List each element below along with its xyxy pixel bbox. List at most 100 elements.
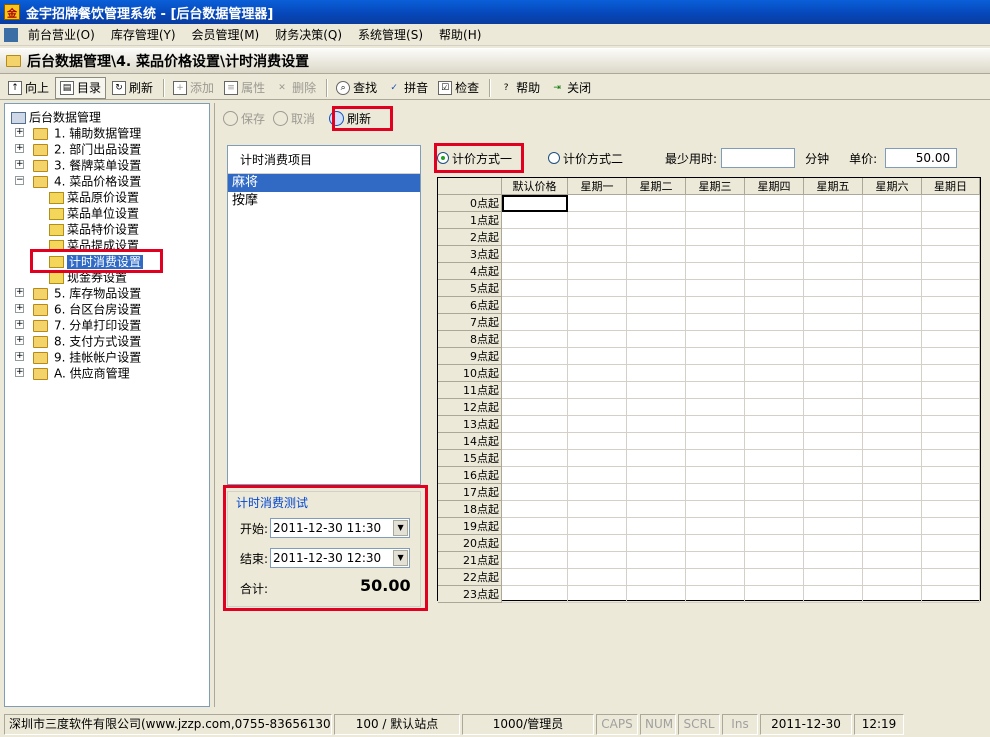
grid-cell[interactable]: [568, 229, 627, 246]
grid-cell[interactable]: [804, 433, 863, 450]
grid-cell[interactable]: [502, 399, 568, 416]
grid-cell[interactable]: [863, 246, 922, 263]
grid-cell[interactable]: [745, 263, 804, 280]
grid-cell[interactable]: [863, 518, 922, 535]
grid-cell[interactable]: [745, 280, 804, 297]
mode2-radio[interactable]: [548, 152, 561, 164]
content-refresh-button[interactable]: 刷新: [325, 107, 375, 129]
grid-cell[interactable]: [627, 195, 686, 212]
grid-cell[interactable]: [804, 365, 863, 382]
find-button[interactable]: ⌕ 查找: [332, 77, 381, 99]
grid-cell[interactable]: [686, 195, 745, 212]
column-header[interactable]: 星期六: [863, 178, 922, 195]
grid-cell[interactable]: [627, 314, 686, 331]
tree-item-original-price[interactable]: 菜品原价设置: [49, 189, 139, 205]
expand-icon[interactable]: +: [15, 304, 24, 313]
grid-cell[interactable]: [922, 212, 980, 229]
grid-cell[interactable]: [627, 433, 686, 450]
grid-cell[interactable]: [922, 263, 980, 280]
grid-cell[interactable]: [627, 263, 686, 280]
grid-cell[interactable]: [686, 297, 745, 314]
grid-cell[interactable]: [804, 399, 863, 416]
grid-cell[interactable]: [922, 399, 980, 416]
grid-cell[interactable]: [745, 348, 804, 365]
grid-cell[interactable]: [804, 382, 863, 399]
menu-front-business[interactable]: 前台营业(O): [20, 25, 103, 45]
tree-item-department-output[interactable]: + 2. 部门出品设置: [15, 141, 141, 157]
help-button[interactable]: ? 帮助: [495, 77, 544, 99]
grid-cell[interactable]: [568, 569, 627, 586]
grid-cell[interactable]: [686, 433, 745, 450]
row-header[interactable]: 17点起: [438, 484, 502, 501]
grid-cell[interactable]: [745, 467, 804, 484]
grid-cell[interactable]: [745, 331, 804, 348]
grid-cell[interactable]: [502, 501, 568, 518]
row-header[interactable]: 6点起: [438, 297, 502, 314]
tree-item-suppliers[interactable]: + A. 供应商管理: [15, 365, 130, 381]
grid-cell[interactable]: [922, 467, 980, 484]
row-header[interactable]: 0点起: [438, 195, 502, 212]
tree-item-tables[interactable]: + 6. 台区台房设置: [15, 301, 141, 317]
grid-cell[interactable]: [627, 501, 686, 518]
grid-cell[interactable]: [863, 552, 922, 569]
grid-cell[interactable]: [502, 467, 568, 484]
menu-system[interactable]: 系统管理(S): [350, 25, 431, 45]
grid-cell[interactable]: [863, 263, 922, 280]
grid-cell[interactable]: [922, 535, 980, 552]
grid-cell[interactable]: [863, 331, 922, 348]
column-header[interactable]: 星期三: [686, 178, 745, 195]
grid-cell[interactable]: [745, 229, 804, 246]
grid-cell[interactable]: [502, 586, 568, 603]
grid-cell[interactable]: [804, 195, 863, 212]
grid-cell[interactable]: [568, 450, 627, 467]
grid-cell[interactable]: [502, 195, 568, 212]
grid-cell[interactable]: [686, 280, 745, 297]
column-header[interactable]: 星期四: [745, 178, 804, 195]
grid-cell[interactable]: [568, 263, 627, 280]
grid-cell[interactable]: [863, 467, 922, 484]
grid-cell[interactable]: [686, 518, 745, 535]
grid-cell[interactable]: [922, 246, 980, 263]
grid-cell[interactable]: [502, 535, 568, 552]
grid-cell[interactable]: [686, 263, 745, 280]
grid-cell[interactable]: [568, 416, 627, 433]
grid-cell[interactable]: [745, 416, 804, 433]
collapse-icon[interactable]: −: [15, 176, 24, 185]
delete-button[interactable]: ✕ 删除: [271, 77, 320, 99]
row-header[interactable]: 14点起: [438, 433, 502, 450]
row-header[interactable]: 5点起: [438, 280, 502, 297]
grid-cell[interactable]: [804, 484, 863, 501]
grid-cell[interactable]: [804, 501, 863, 518]
grid-cell[interactable]: [922, 433, 980, 450]
grid-cell[interactable]: [502, 348, 568, 365]
column-header[interactable]: 默认价格: [502, 178, 568, 195]
grid-cell[interactable]: [568, 433, 627, 450]
catalog-button[interactable]: ▤ 目录: [55, 76, 107, 99]
grid-cell[interactable]: [804, 416, 863, 433]
grid-cell[interactable]: [568, 535, 627, 552]
grid-cell[interactable]: [863, 365, 922, 382]
grid-cell[interactable]: [686, 450, 745, 467]
grid-cell[interactable]: [863, 586, 922, 603]
grid-cell[interactable]: [804, 331, 863, 348]
row-header[interactable]: 19点起: [438, 518, 502, 535]
grid-cell[interactable]: [627, 467, 686, 484]
tree-item-inventory[interactable]: + 5. 库存物品设置: [15, 285, 141, 301]
grid-cell[interactable]: [922, 450, 980, 467]
row-header[interactable]: 1点起: [438, 212, 502, 229]
grid-cell[interactable]: [745, 297, 804, 314]
grid-cell[interactable]: [745, 433, 804, 450]
save-button[interactable]: 保存: [219, 107, 269, 129]
tree-item-special-price[interactable]: 菜品特价设置: [49, 221, 139, 237]
menu-member[interactable]: 会员管理(M): [184, 25, 268, 45]
row-header[interactable]: 11点起: [438, 382, 502, 399]
grid-cell[interactable]: [804, 314, 863, 331]
grid-cell[interactable]: [863, 297, 922, 314]
grid-cell[interactable]: [686, 569, 745, 586]
list-item[interactable]: 麻将: [228, 174, 420, 192]
grid-cell[interactable]: [922, 297, 980, 314]
tree-item-commission[interactable]: 菜品提成设置: [49, 237, 139, 253]
grid-cell[interactable]: [863, 450, 922, 467]
grid-cell[interactable]: [745, 569, 804, 586]
grid-cell[interactable]: [686, 331, 745, 348]
